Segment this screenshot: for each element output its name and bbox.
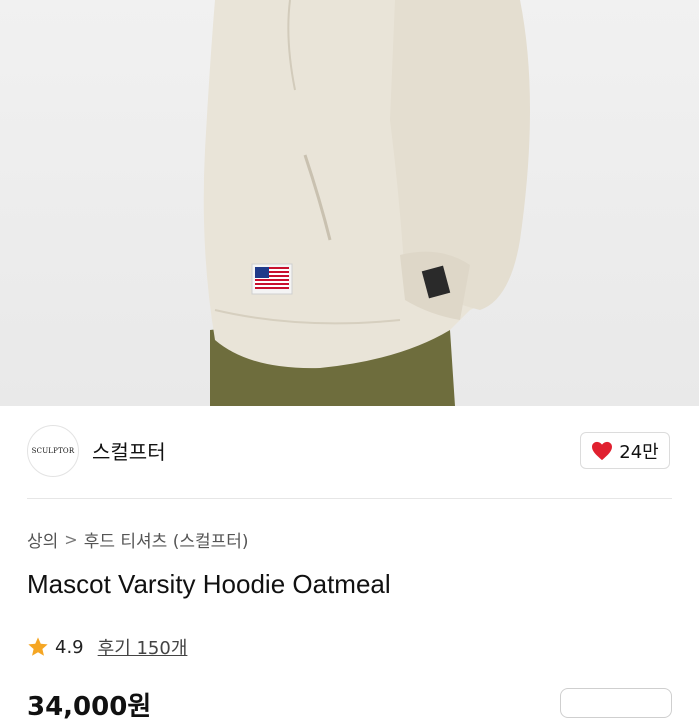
like-count: 24만 — [619, 441, 659, 463]
brand-logo[interactable]: SCULPTOR — [27, 425, 79, 477]
breadcrumb-subcategory[interactable]: 후드 티셔츠 (스컬프터) — [84, 527, 249, 552]
product-rating: 4.9 후기 150개 — [27, 634, 187, 660]
breadcrumb-category[interactable]: 상의 — [27, 527, 58, 552]
brand-logo-text: SCULPTOR — [31, 447, 75, 455]
coupon-button[interactable] — [560, 688, 672, 718]
star-icon — [28, 637, 48, 656]
brand-name[interactable]: 스컬프터 — [92, 436, 166, 465]
divider — [27, 498, 672, 499]
product-title: Mascot Varsity Hoodie Oatmeal — [27, 569, 391, 599]
heart-icon — [592, 441, 613, 460]
breadcrumb: 상의 > 후드 티셔츠 (스컬프터) — [27, 527, 249, 552]
like-button[interactable]: 24만 — [580, 432, 670, 469]
hoodie-illustration — [203, 0, 530, 406]
product-image[interactable] — [0, 0, 699, 406]
rating-value: 4.9 — [55, 636, 84, 658]
reviews-link[interactable]: 후기 150개 — [98, 634, 188, 660]
chevron-right-icon: > — [64, 530, 78, 549]
product-price: 34,000원 — [27, 692, 152, 722]
